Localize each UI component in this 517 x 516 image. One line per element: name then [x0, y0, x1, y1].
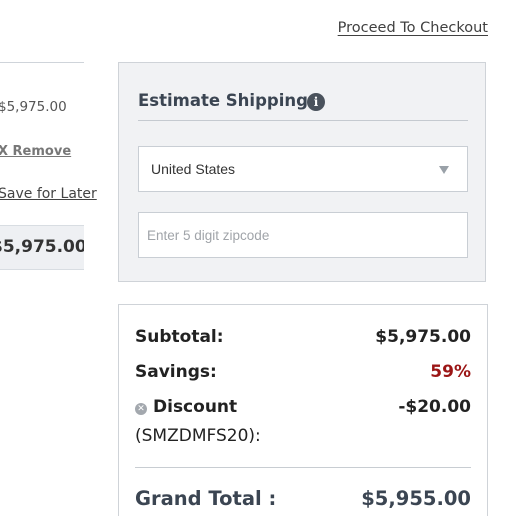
shipping-divider — [138, 120, 468, 121]
summary-divider — [135, 467, 471, 468]
cart-item-price: $5,975.00 — [0, 99, 67, 115]
grand-total-label: Grand Total : — [135, 487, 277, 510]
discount-label-text: Discount — [153, 397, 238, 417]
cart-item-total-box: $5,975.00 — [0, 225, 84, 270]
remove-item-link[interactable]: X Remove — [0, 144, 71, 159]
subtotal-label: Subtotal: — [135, 327, 224, 347]
grand-total-value: $5,955.00 — [361, 487, 471, 510]
order-summary-panel: Subtotal: $5,975.00 Savings: 59% ✕ Discou… — [118, 304, 488, 516]
save-for-later-link[interactable]: Save for Later — [0, 186, 97, 202]
zipcode-input[interactable] — [138, 212, 468, 258]
info-icon[interactable]: i — [307, 93, 325, 111]
country-selected-value: United States — [151, 161, 236, 177]
cart-page: Proceed To Checkout $5,975.00 X Remove S… — [0, 0, 517, 516]
cart-item-divider — [0, 62, 84, 63]
discount-label: ✕ Discount (SMZDMFS20): — [135, 393, 261, 451]
estimate-shipping-panel: Estimate Shipping i United States — [118, 62, 486, 282]
country-select[interactable]: United States — [138, 146, 468, 192]
estimate-shipping-title: Estimate Shipping — [138, 91, 308, 110]
remove-discount-icon[interactable]: ✕ — [135, 403, 147, 415]
subtotal-value: $5,975.00 — [375, 327, 471, 347]
discount-row: ✕ Discount (SMZDMFS20): -$20.00 — [135, 397, 471, 447]
savings-label: Savings: — [135, 362, 217, 382]
discount-code: (SMZDMFS20): — [135, 426, 261, 446]
cart-item-total: $5,975.00 — [0, 237, 84, 257]
chevron-down-icon — [439, 166, 449, 174]
discount-value: -$20.00 — [398, 397, 471, 417]
savings-value: 59% — [430, 362, 471, 382]
proceed-to-checkout-link[interactable]: Proceed To Checkout — [338, 20, 488, 36]
